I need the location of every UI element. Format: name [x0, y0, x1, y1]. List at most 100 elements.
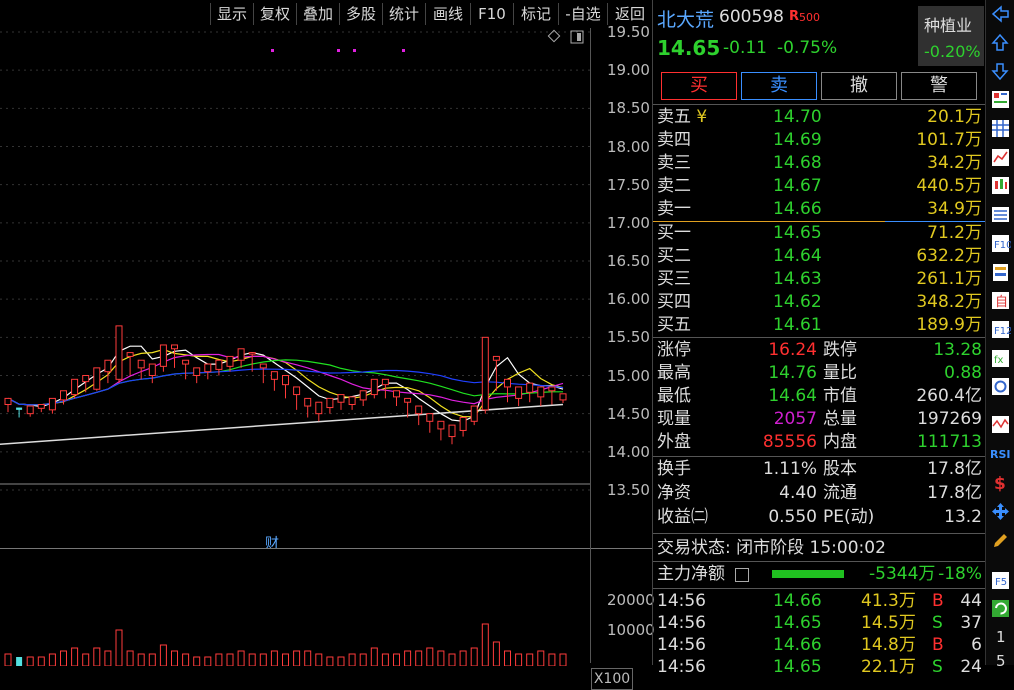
chart-toolbar: 显示 复权 叠加 多股 统计 画线 F10 标记 -自选 返回: [0, 0, 652, 28]
candle: [304, 397, 312, 418]
f10-button[interactable]: F10: [470, 3, 513, 25]
self-select-icon[interactable]: 自: [990, 290, 1011, 311]
candlestick-chart[interactable]: 财: [0, 28, 590, 548]
tick-row: 14:56 14.65 22.1万 S 24: [657, 657, 982, 677]
price-change: -0.11: [723, 38, 767, 58]
sector-name: 种植业: [924, 16, 973, 35]
last-price: 14.65: [657, 36, 721, 60]
candle: [393, 390, 400, 407]
price-tick: 18.50: [607, 99, 650, 118]
sell-button[interactable]: 卖: [741, 72, 817, 100]
f5-icon[interactable]: F5: [990, 570, 1011, 591]
price-tick: 19.50: [607, 23, 650, 41]
candle: [282, 375, 289, 399]
page-number-1[interactable]: 1: [996, 628, 1006, 646]
grid-icon[interactable]: [990, 118, 1011, 139]
moving-average-lines: [0, 345, 564, 445]
draw-button[interactable]: 画线: [425, 3, 470, 25]
volume-bar: [526, 653, 534, 666]
pencil-icon[interactable]: [990, 530, 1011, 551]
volume-bar: [481, 623, 489, 666]
volume-bar: [237, 650, 245, 666]
candle-body: [248, 352, 256, 355]
svg-text:F12: F12: [994, 326, 1011, 337]
dollar-icon[interactable]: $: [990, 472, 1011, 493]
volume-bar: [348, 653, 356, 666]
tick-row: 14:56 14.66 41.3万 B 44: [657, 591, 982, 611]
f10-icon[interactable]: F10: [990, 233, 1011, 254]
alert-button[interactable]: 警: [901, 72, 977, 100]
buy-level-1: 买一 14.65 71.2万: [657, 223, 982, 243]
candle-body: [26, 405, 34, 415]
multi-stock-button[interactable]: 多股: [339, 3, 382, 25]
sector-box[interactable]: 种植业 -0.20%: [918, 6, 984, 66]
candle: [337, 394, 345, 410]
arrow-left-icon[interactable]: [990, 4, 1011, 25]
back-button[interactable]: 返回: [607, 3, 652, 25]
move-icon[interactable]: [990, 501, 1011, 522]
watchlist-button[interactable]: -自选: [558, 3, 607, 25]
circle-icon[interactable]: [990, 376, 1011, 397]
wave-indicator-icon[interactable]: [990, 414, 1011, 435]
arrow-down-icon[interactable]: [990, 61, 1011, 82]
sell-level-4: 卖四 14.69 101.7万: [657, 130, 982, 150]
quote-row-turnover: 换手 1.11% 股本 17.8亿: [657, 459, 982, 479]
statistics-button[interactable]: 统计: [382, 3, 425, 25]
arrow-up-icon[interactable]: [990, 32, 1011, 53]
overlay-button[interactable]: 叠加: [296, 3, 339, 25]
candle: [326, 397, 334, 414]
report-icon[interactable]: [990, 89, 1011, 110]
stock-code: 600598: [719, 7, 784, 27]
candle-body: [93, 367, 101, 390]
candle-body: [104, 359, 112, 373]
mark-button[interactable]: 标记: [513, 3, 558, 25]
candle-body: [504, 378, 511, 388]
candle-body: [71, 378, 79, 396]
volume-bar: [4, 653, 12, 666]
tick-row: 14:56 14.65 14.5万 S 37: [657, 613, 982, 633]
svg-text:F10: F10: [994, 240, 1011, 251]
page-number-5[interactable]: 5: [996, 652, 1006, 670]
refresh-icon[interactable]: [990, 598, 1011, 619]
candle-body: [48, 397, 56, 411]
f12-icon[interactable]: F12: [990, 319, 1011, 340]
rsi-icon[interactable]: RSI: [990, 443, 1011, 464]
price-tick: 18.00: [607, 137, 650, 156]
candle-body: [193, 367, 201, 377]
candle: [526, 382, 534, 403]
display-button[interactable]: 显示: [210, 3, 253, 25]
candle-body: [470, 405, 478, 422]
candle: [470, 405, 478, 426]
adjust-button[interactable]: 复权: [253, 3, 296, 25]
candle-body: [370, 378, 378, 396]
quote-panel: 北大荒 600598 R 500 14.65 -0.11 -0.75% 种植业 …: [652, 0, 986, 677]
list-icon[interactable]: [735, 568, 749, 582]
volume-bar: [104, 650, 112, 666]
window-toggle-icon[interactable]: [570, 30, 584, 44]
formula-icon[interactable]: fx: [990, 348, 1011, 369]
candle-body: [315, 401, 323, 415]
document-icon[interactable]: [990, 262, 1011, 283]
candle: [115, 325, 123, 384]
volume-bar: [415, 650, 423, 666]
candle: [515, 386, 523, 407]
line-chart-icon[interactable]: [990, 147, 1011, 168]
cancel-order-button[interactable]: 撤: [821, 72, 897, 100]
volume-bar: [559, 653, 567, 666]
price-tick: 16.50: [607, 252, 650, 270]
svg-text:fx: fx: [994, 355, 1004, 366]
kline-icon[interactable]: [990, 175, 1011, 196]
candle: [315, 401, 323, 422]
volume-bar: [459, 650, 467, 666]
candle: [448, 424, 456, 445]
list-view-icon[interactable]: [990, 204, 1011, 225]
event-marker: [353, 49, 356, 52]
margin-badge: R: [789, 9, 800, 24]
candle-body: [270, 371, 278, 380]
candle-body: [448, 424, 456, 438]
buy-button[interactable]: 买: [661, 72, 737, 100]
candle: [492, 355, 500, 391]
candle: [459, 416, 467, 437]
candle-body: [359, 390, 367, 401]
svg-text:自: 自: [995, 295, 1008, 310]
